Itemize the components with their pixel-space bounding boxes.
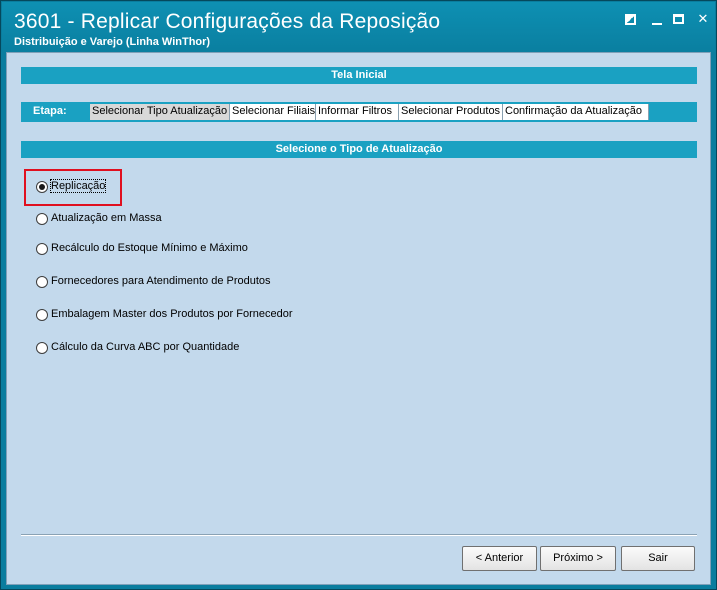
window-subtitle: Distribuição e Varejo (Linha WinThor) xyxy=(14,36,211,48)
section-header-tipo-atualizacao: Selecione o Tipo de Atualização xyxy=(21,141,697,158)
step-selecionar-tipo-atualizacao[interactable]: Selecionar Tipo Atualização xyxy=(90,104,230,120)
radio-label[interactable]: Recálculo do Estoque Mínimo e Máximo xyxy=(51,242,248,254)
window-border xyxy=(711,52,716,585)
radio-button[interactable] xyxy=(36,213,48,225)
radio-label[interactable]: Atualização em Massa xyxy=(51,212,162,224)
main-panel: Tela Inicial Etapa: Selecionar Tipo Atua… xyxy=(6,52,711,585)
footer-divider xyxy=(21,534,697,536)
radio-label[interactable]: Cálculo da Curva ABC por Quantidade xyxy=(51,341,239,353)
window-title: 3601 - Replicar Configurações da Reposiç… xyxy=(14,10,441,33)
radio-button[interactable] xyxy=(36,342,48,354)
radio-button[interactable] xyxy=(36,243,48,255)
section-header-tela-inicial: Tela Inicial xyxy=(21,67,697,84)
app-window: 3601 - Replicar Configurações da Reposiç… xyxy=(0,0,717,590)
step-bar: Etapa: Selecionar Tipo Atualização Selec… xyxy=(21,102,697,122)
previous-button[interactable]: < Anterior xyxy=(462,546,537,571)
minimize-icon[interactable] xyxy=(648,12,666,28)
radio-button[interactable] xyxy=(36,309,48,321)
step-selecionar-produtos[interactable]: Selecionar Produtos xyxy=(399,104,503,120)
restore-icon[interactable] xyxy=(622,12,640,28)
exit-button[interactable]: Sair xyxy=(621,546,695,571)
title-bar[interactable]: 3601 - Replicar Configurações da Reposiç… xyxy=(2,2,715,52)
radio-button-selected[interactable] xyxy=(36,181,48,193)
next-button[interactable]: Próximo > xyxy=(540,546,616,571)
steps-label: Etapa: xyxy=(33,105,67,117)
step-selecionar-filiais[interactable]: Selecionar Filiais xyxy=(230,104,316,120)
close-icon[interactable]: ✕ xyxy=(694,12,712,28)
maximize-icon[interactable] xyxy=(670,12,688,28)
radio-button[interactable] xyxy=(36,276,48,288)
step-confirmacao-atualizacao[interactable]: Confirmação da Atualização xyxy=(503,104,649,120)
radio-label[interactable]: Embalagem Master dos Produtos por Fornec… xyxy=(51,308,293,320)
radio-label[interactable]: Replicação xyxy=(49,179,107,193)
step-informar-filtros[interactable]: Informar Filtros xyxy=(316,104,399,120)
radio-label[interactable]: Fornecedores para Atendimento de Produto… xyxy=(51,275,271,287)
